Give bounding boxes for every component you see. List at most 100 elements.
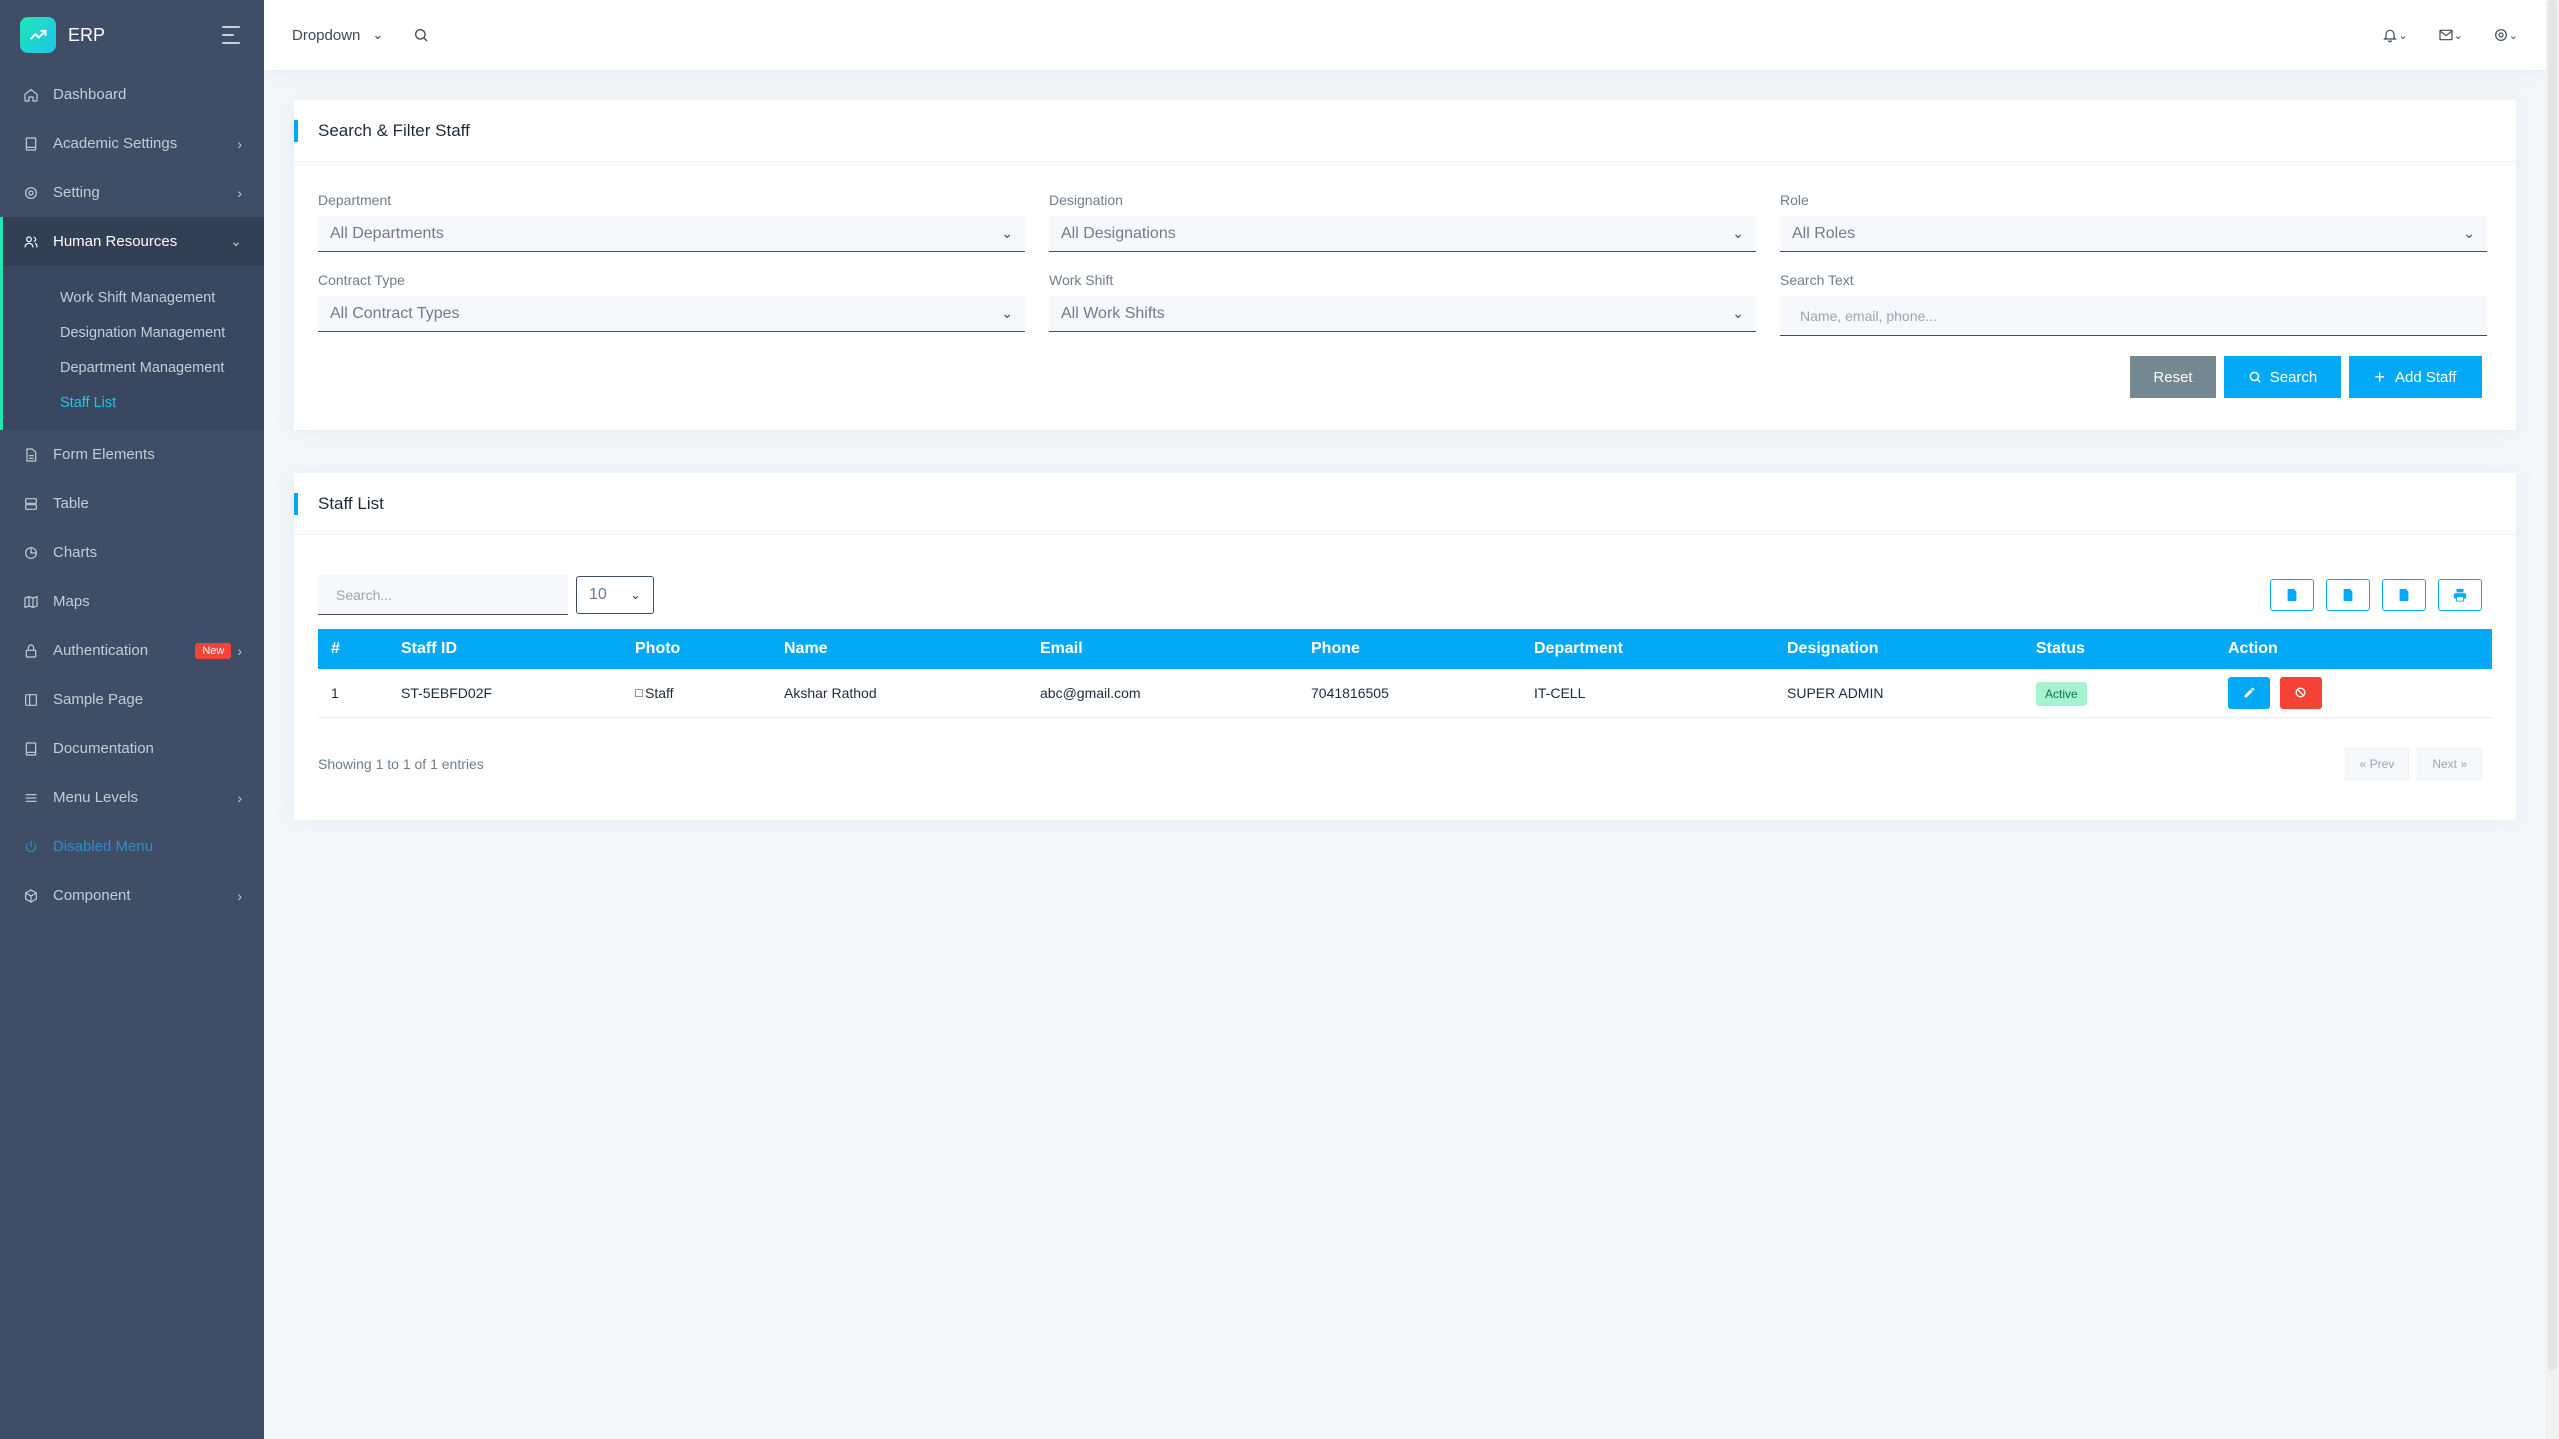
pencil-icon	[2244, 687, 2254, 698]
chevron-right-icon: ›	[237, 135, 242, 152]
sidebar-item-sample-page[interactable]: Sample Page	[0, 675, 264, 724]
sidebar-item-charts[interactable]: Charts	[0, 528, 264, 577]
column-header[interactable]: Phone	[1298, 629, 1521, 669]
column-header[interactable]: Name	[771, 629, 1027, 669]
sidebar-item-label: Component	[53, 887, 131, 904]
column-header[interactable]: Department	[1521, 629, 1774, 669]
sidebar-subitem-designation[interactable]: Designation Management	[3, 315, 264, 350]
row-number: 1	[318, 669, 388, 718]
table-search-input[interactable]	[318, 575, 568, 615]
search-text-input[interactable]	[1780, 296, 2487, 336]
sidebar: ERP Dashboard Academic Settings › Settin…	[0, 0, 264, 1439]
brand-logo-icon[interactable]	[20, 17, 56, 53]
sidebar-item-form-elements[interactable]: Form Elements	[0, 430, 264, 479]
power-icon	[22, 838, 40, 856]
add-staff-button[interactable]: + Add Staff	[2349, 356, 2482, 398]
sidebar-item-dashboard[interactable]: Dashboard	[0, 70, 264, 119]
gear-icon	[22, 184, 40, 202]
file-excel-icon	[2287, 588, 2297, 602]
search-button[interactable]: Search	[2224, 356, 2341, 398]
role-filter: Role All Roles ⌄	[1780, 192, 2487, 252]
sidebar-item-table[interactable]: Table	[0, 479, 264, 528]
work-shift-select[interactable]: All Work Shifts ⌄	[1049, 296, 1756, 332]
column-header[interactable]: #	[318, 629, 388, 669]
export-pdf-button[interactable]	[2326, 579, 2370, 611]
export-excel-button[interactable]	[2270, 579, 2314, 611]
role-label: Role	[1780, 192, 1809, 208]
chevron-down-icon: ⌄	[1001, 305, 1013, 321]
column-header[interactable]: Photo	[622, 629, 771, 669]
sidebar-subitem-staff-list[interactable]: Staff List	[3, 385, 264, 420]
staff-photo: Staff	[622, 669, 771, 718]
staff-list-card-header: Staff List	[294, 473, 2516, 535]
column-header[interactable]: Staff ID	[388, 629, 622, 669]
next-page-button[interactable]: Next »	[2417, 747, 2482, 780]
chevron-down-icon: ⌄	[230, 233, 242, 249]
sidebar-item-human-resources[interactable]: Human Resources ⌄	[0, 217, 264, 266]
sidebar-item-maps[interactable]: Maps	[0, 577, 264, 626]
page-length-select[interactable]: 10 ⌄	[576, 576, 654, 614]
topbar: Dropdown ⌄ ⌄ ⌄ ⌄	[264, 0, 2546, 70]
table-footer: Showing 1 to 1 of 1 entries « Prev Next …	[294, 718, 2516, 820]
chevron-right-icon: ›	[237, 887, 242, 904]
file-pdf-icon	[2343, 588, 2353, 602]
chevron-down-icon: ⌄	[1001, 225, 1013, 241]
topbar-dropdown[interactable]: Dropdown ⌄	[292, 27, 383, 44]
designation-select[interactable]: All Designations ⌄	[1049, 216, 1756, 252]
pie-chart-icon	[22, 544, 40, 562]
sidebar-item-label: Academic Settings	[53, 135, 178, 152]
topbar-dropdown-label: Dropdown	[292, 26, 361, 44]
filter-actions: Reset Search + Add Staff	[294, 336, 2516, 430]
file-text-icon	[22, 446, 40, 464]
brand-name: ERP	[68, 24, 106, 45]
staff-phone: 7041816505	[1298, 669, 1521, 718]
sidebar-item-label: Sample Page	[53, 691, 144, 708]
deactivate-button[interactable]	[2279, 676, 2322, 709]
edit-button[interactable]	[2228, 676, 2270, 709]
sidebar-subitem-department[interactable]: Department Management	[3, 350, 264, 385]
chevron-down-icon: ⌄	[372, 27, 384, 42]
book-icon	[22, 135, 40, 153]
sidebar-item-setting[interactable]: Setting ›	[0, 168, 264, 217]
sidebar-subitem-work-shift[interactable]: Work Shift Management	[3, 280, 264, 315]
sidebar-item-academic-settings[interactable]: Academic Settings ›	[0, 119, 264, 168]
export-csv-button[interactable]	[2382, 579, 2426, 611]
chevron-right-icon: ›	[237, 184, 242, 201]
column-header[interactable]: Designation	[1774, 629, 2023, 669]
sidebar-item-label: Maps	[53, 593, 90, 610]
print-button[interactable]	[2438, 579, 2482, 611]
bell-icon[interactable]: ⌄	[2382, 27, 2408, 43]
page-scrollbar[interactable]	[2546, 0, 2559, 1439]
search-icon	[2249, 371, 2261, 383]
reset-button[interactable]: Reset	[2130, 356, 2216, 398]
column-header[interactable]: Email	[1027, 629, 1298, 669]
mail-icon[interactable]: ⌄	[2438, 27, 2463, 43]
chevron-down-icon: ⌄	[630, 587, 641, 602]
sidebar-item-label: Charts	[53, 544, 98, 561]
work-shift-label: Work Shift	[1049, 272, 1114, 288]
home-icon	[22, 86, 40, 104]
department-select[interactable]: All Departments ⌄	[318, 216, 1025, 252]
page-length-value: 10	[589, 586, 607, 603]
menu-toggle-icon[interactable]	[222, 26, 244, 44]
prev-page-button[interactable]: « Prev	[2344, 747, 2410, 780]
column-header: Action	[2228, 640, 2278, 657]
search-icon[interactable]	[413, 27, 429, 43]
server-icon	[22, 495, 40, 513]
column-header[interactable]: Status	[2023, 629, 2215, 669]
contract-type-select[interactable]: All Contract Types ⌄	[318, 296, 1025, 332]
table-row: 1 ST-5EBFD02F Staff Akshar Rathod abc@gm…	[318, 669, 2492, 718]
lock-icon	[22, 642, 40, 660]
designation-filter: Designation All Designations ⌄	[1049, 192, 1756, 252]
sidebar-item-disabled-menu: Disabled Menu	[0, 822, 264, 871]
sidebar-item-authentication[interactable]: Authentication New ›	[0, 626, 264, 675]
staff-email: abc@gmail.com	[1027, 669, 1298, 718]
role-select[interactable]: All Roles ⌄	[1780, 216, 2487, 252]
department-label: Department	[318, 192, 392, 208]
chevron-right-icon: ›	[237, 642, 242, 659]
sidebar-item-documentation[interactable]: Documentation	[0, 724, 264, 773]
sidebar-item-component[interactable]: Component ›	[0, 871, 264, 920]
sidebar-item-menu-levels[interactable]: Menu Levels ›	[0, 773, 264, 822]
broken-image-icon: Staff	[635, 685, 674, 701]
gear-icon[interactable]: ⌄	[2493, 27, 2518, 43]
